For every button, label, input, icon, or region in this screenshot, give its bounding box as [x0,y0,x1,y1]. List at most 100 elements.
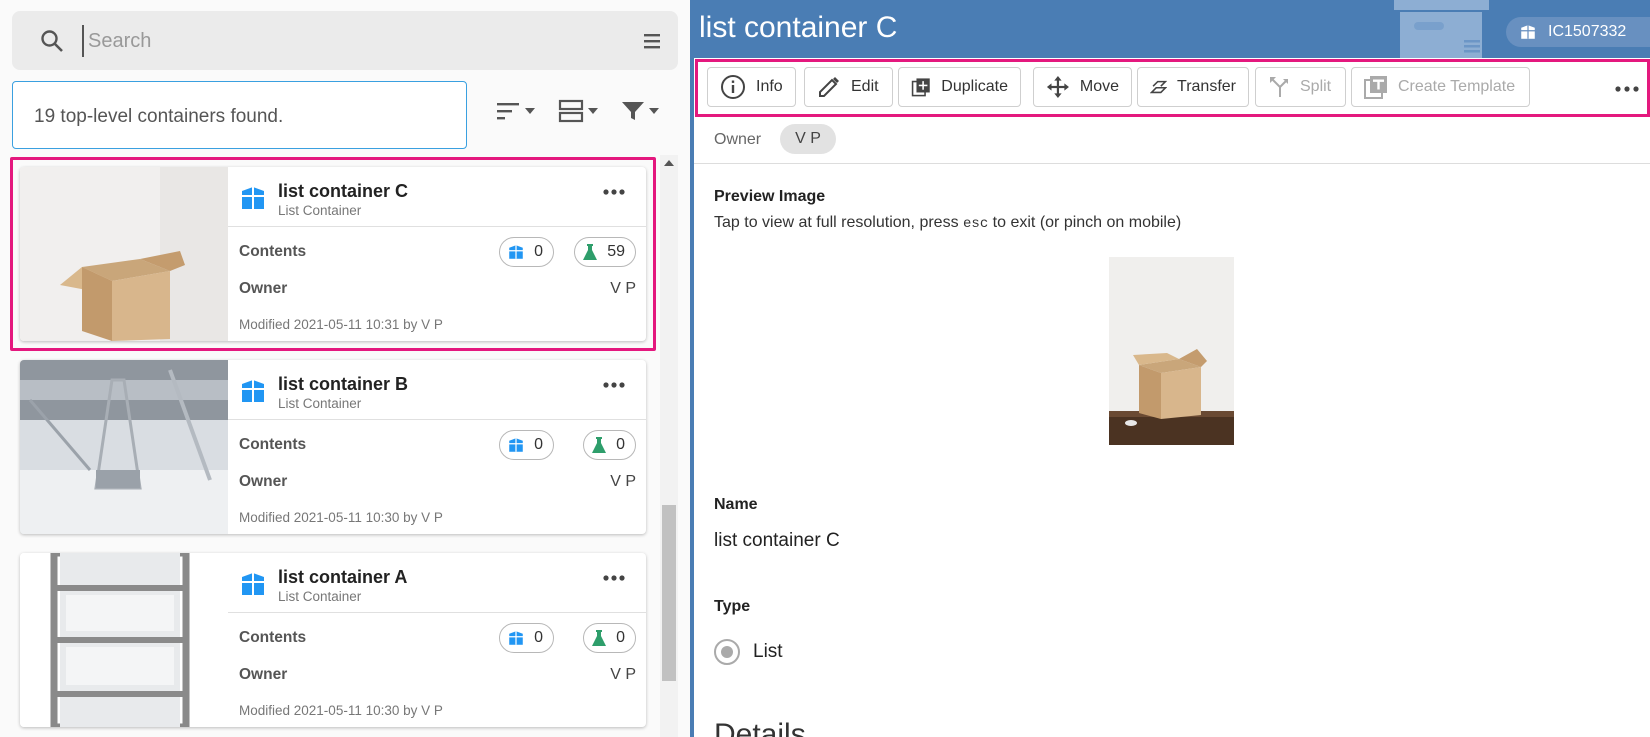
global-id-badge[interactable]: IC1507332 [1506,17,1650,47]
search-results-pane: 19 top-level containers found. [0,0,690,737]
card-subtitle: List Container [278,589,362,604]
transfer-icon [1150,80,1168,94]
container-thumbnail [20,167,228,341]
detail-pane: list container C IC1507332 Info Edit Dup… [694,0,1650,737]
more-options-icon[interactable] [602,380,626,390]
owner-label: Owner [239,666,288,683]
card-header: list container A List Container [228,553,646,613]
card-subtitle: List Container [278,396,362,411]
transfer-button[interactable]: Transfer [1137,67,1249,107]
chevron-down-icon [525,108,535,114]
more-options-icon[interactable] [1614,84,1640,94]
container-watermark-icon [1394,0,1489,58]
move-icon [1046,75,1069,99]
container-icon [509,245,523,259]
contents-row: Contents 0 0 [239,430,636,460]
split-label: Split [1300,78,1332,95]
sort-icon [497,103,519,120]
owner-value: V P [610,666,636,683]
owner-row: Owner V P [239,280,636,298]
samples-count-badge[interactable]: 0 [583,430,636,460]
owner-row: Owner V P [694,118,1650,164]
containers-count: 0 [534,243,543,260]
card-title[interactable]: list container A [278,567,407,588]
container-icon [509,438,523,452]
edit-button[interactable]: Edit [804,67,893,107]
contents-label: Contents [239,243,307,260]
more-options-icon[interactable] [602,573,626,583]
card-header: list container C List Container [228,167,646,227]
sort-button[interactable] [495,96,535,126]
info-icon [721,75,745,99]
preview-help-text-2: to exit (or pinch on mobile) [988,214,1182,231]
create-template-label: Create Template [1398,78,1516,95]
contents-row: Contents 0 59 [239,237,636,267]
duplicate-button[interactable]: Duplicate [898,67,1021,107]
owner-chip[interactable]: V P [780,124,836,154]
owner-label: Owner [714,131,762,148]
type-list-radio[interactable] [714,639,740,665]
scrollbar-thumb[interactable] [662,505,676,681]
info-label: Info [756,78,783,95]
info-button[interactable]: Info [707,67,796,107]
search-bar [12,11,678,70]
split-button[interactable]: Split [1255,67,1346,107]
menu-icon[interactable] [642,31,662,51]
preview-help-text: Tap to view at full resolution, press es… [714,214,1181,232]
move-label: Move [1079,78,1119,95]
flask-icon [592,437,607,453]
chevron-down-icon [649,108,659,114]
detail-header: list container C IC1507332 [694,0,1650,58]
card-title[interactable]: list container B [278,374,408,395]
samples-count-badge[interactable]: 0 [583,623,636,653]
pencil-icon [819,77,839,97]
container-card[interactable]: list container C List Container Contents… [20,167,646,341]
preview-image-label: Preview Image [714,188,826,205]
preview-image[interactable] [1109,257,1234,445]
container-card[interactable]: list container B List Container Contents… [20,360,646,534]
container-card[interactable]: list container A List Container Contents… [20,553,646,727]
search-icon [41,30,63,52]
containers-count: 0 [534,629,543,646]
move-button[interactable]: Move [1033,67,1132,107]
create-template-button[interactable]: Create Template [1351,67,1530,107]
more-options-icon[interactable] [602,187,626,197]
results-count: 19 top-level containers found. [12,81,467,149]
modified-info: Modified 2021-05-11 10:30 by V P [239,510,443,525]
containers-count: 0 [534,436,543,453]
owner-row: Owner V P [239,666,636,684]
search-input[interactable] [82,25,622,57]
samples-count: 59 [607,243,625,260]
owner-value: V P [610,280,636,297]
type-label: Type [714,598,751,615]
containers-count-badge[interactable]: 0 [499,237,554,267]
owner-label: Owner [239,473,288,490]
container-icon [242,573,264,595]
modified-info: Modified 2021-05-11 10:31 by V P [239,317,443,332]
container-icon [242,380,264,402]
samples-count-badge[interactable]: 59 [574,237,636,267]
samples-count: 0 [616,436,625,453]
samples-count: 0 [616,629,625,646]
contents-row: Contents 0 0 [239,623,636,653]
owner-value: V P [610,473,636,490]
filter-button[interactable] [621,96,659,126]
contents-label: Contents [239,629,307,646]
chevron-down-icon [588,108,598,114]
card-title[interactable]: list container C [278,181,408,202]
container-thumbnail [20,360,228,534]
containers-count-badge[interactable]: 0 [499,430,554,460]
view-button[interactable] [558,96,598,126]
page-title: list container C [699,11,898,44]
containers-count-badge[interactable]: 0 [499,623,554,653]
scroll-up-icon[interactable] [664,160,674,166]
duplicate-label: Duplicate [941,78,1008,95]
details-heading: Details [714,718,806,737]
contents-label: Contents [239,436,307,453]
preview-help-key: esc [963,216,989,232]
name-label: Name [714,496,758,513]
container-icon [1521,25,1535,39]
app-root: 19 top-level containers found. [0,0,1650,737]
view-list-icon [558,99,584,123]
duplicate-icon [911,78,930,97]
